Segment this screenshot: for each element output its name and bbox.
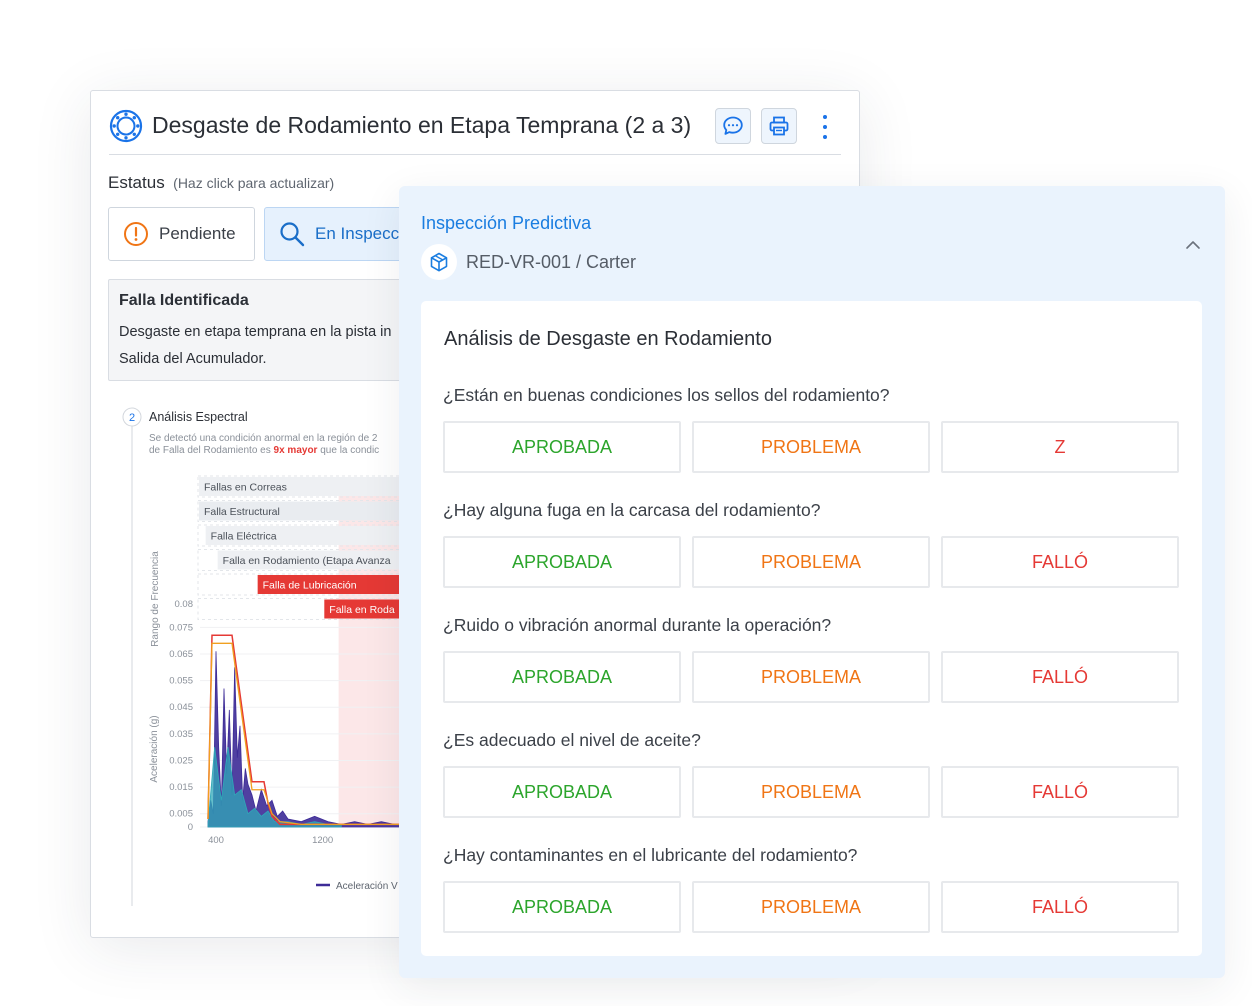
q4-failed-button[interactable]: FALLÓ (941, 766, 1179, 818)
status-pending-label: Pendiente (159, 224, 236, 243)
y-tick-label: 0.065 (169, 649, 193, 660)
analysis-desc-line1: Se detectó una condición anormal en la r… (149, 433, 378, 444)
y-tick-label: 0.015 (169, 782, 193, 793)
checklist-card: Análisis de Desgaste en Rodamiento ¿Está… (421, 301, 1202, 956)
chat-icon (723, 116, 743, 135)
q1-problem-button[interactable]: PROBLEMA (692, 421, 930, 473)
analysis-desc-line2: de Falla del Rodamiento es 9x mayor que … (149, 445, 379, 456)
q5-failed-button[interactable]: FALLÓ (941, 881, 1179, 933)
y-tick-label: 0.035 (169, 729, 193, 740)
legend-label: Aceleración V (336, 881, 398, 892)
q4-problem-button[interactable]: PROBLEMA (692, 766, 930, 818)
question-3: ¿Ruido o vibración anormal durante la op… (443, 615, 832, 635)
checklist-title: Análisis de Desgaste en Rodamiento (444, 328, 772, 350)
frequency-band-label: Fallas en Correas (204, 482, 287, 494)
q2-problem-button[interactable]: PROBLEMA (692, 536, 930, 588)
q3-approved-button[interactable]: APROBADA (443, 651, 681, 703)
chevron-up-icon[interactable] (1185, 237, 1201, 253)
cube-icon (430, 252, 448, 272)
question-2: ¿Hay alguna fuga en la carcasa del rodam… (443, 500, 821, 520)
search-icon (280, 222, 305, 247)
x-tick-label: 400 (208, 835, 224, 846)
question-1: ¿Están en buenas condiciones los sellos … (443, 385, 890, 405)
bearing-icon (109, 109, 143, 143)
step-number: 2 (129, 412, 135, 424)
q2-approved-button[interactable]: APROBADA (443, 536, 681, 588)
card-header: Desgaste de Rodamiento en Etapa Temprana… (109, 108, 841, 155)
status-pending-button[interactable]: Pendiente (108, 207, 255, 261)
x-tick-label: 1200 (312, 835, 333, 846)
y-tick-label: 0.08 (175, 599, 194, 610)
frequency-band-label: Falla Eléctrica (211, 531, 277, 543)
y-tick-label: 0.005 (169, 809, 193, 820)
q1-failed-button[interactable]: Z (941, 421, 1179, 473)
analysis-title: Análisis Espectral (149, 410, 248, 424)
asset-name: RED-VR-001 / Carter (466, 251, 637, 272)
panel-subtitle: Inspección Predictiva (421, 213, 592, 233)
frequency-band-label: Falla en Rodamiento (Etapa Avanza (223, 555, 391, 567)
frequency-band-label: Falla Estructural (204, 506, 280, 518)
y-tick-label: 0 (188, 822, 193, 833)
q3-failed-button[interactable]: FALLÓ (941, 651, 1179, 703)
y-tick-label: 0.045 (169, 702, 193, 713)
q5-approved-button[interactable]: APROBADA (443, 881, 681, 933)
q2-failed-button[interactable]: FALLÓ (941, 536, 1179, 588)
asset-row: RED-VR-001 / Carter (421, 244, 636, 280)
q3-problem-button[interactable]: PROBLEMA (692, 651, 930, 703)
printer-icon (769, 116, 789, 136)
alert-icon (124, 222, 148, 246)
status-row: Estatus (Haz click para actualizar) (108, 173, 334, 193)
q4-approved-button[interactable]: APROBADA (443, 766, 681, 818)
status-hint: (Haz click para actualizar) (173, 175, 335, 191)
more-options-icon[interactable] (813, 112, 837, 142)
y-tick-label: 0.075 (169, 622, 193, 633)
page-title: Desgaste de Rodamiento en Etapa Temprana… (152, 112, 692, 138)
status-label: Estatus (108, 173, 165, 192)
question-4: ¿Es adecuado el nivel de aceite? (443, 730, 701, 750)
frequency-range-axis-label: Rango de Frecuencia (150, 551, 161, 647)
y-tick-label: 0.055 (169, 676, 193, 687)
frequency-band-label: Falla en Roda (329, 604, 395, 616)
question-5: ¿Hay contaminantes en el lubricante del … (443, 845, 858, 865)
q5-problem-button[interactable]: PROBLEMA (692, 881, 930, 933)
status-inspection-label: En Inspecci (315, 224, 403, 243)
q1-approved-button[interactable]: APROBADA (443, 421, 681, 473)
y-tick-label: 0.025 (169, 755, 193, 766)
asset-icon (421, 244, 457, 280)
frequency-band-label: Falla de Lubricación (263, 580, 357, 592)
acceleration-axis-label: Aceleración (g) (149, 715, 160, 782)
predictive-inspection-panel: Inspección Predictiva RED-VR-001 / Carte… (399, 186, 1225, 978)
print-button[interactable] (761, 108, 797, 144)
comments-button[interactable] (715, 108, 751, 144)
